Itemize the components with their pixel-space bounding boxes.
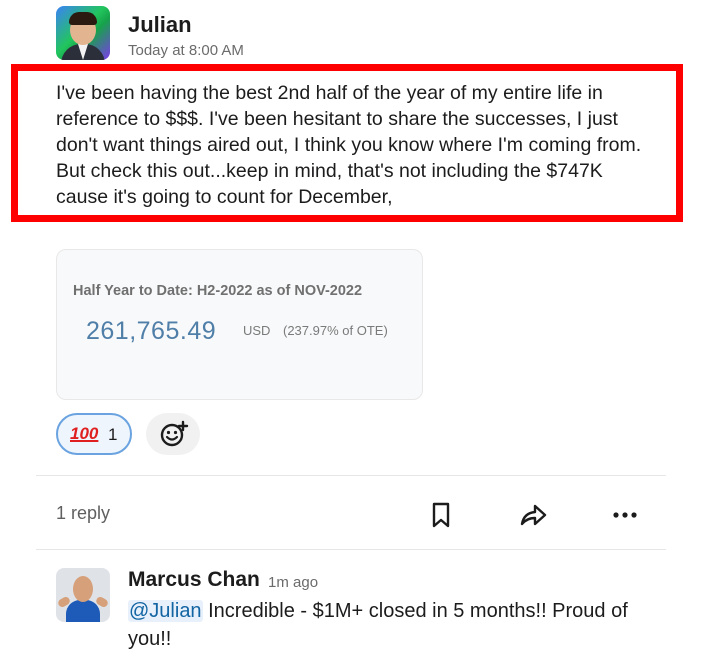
avatar-body: [66, 600, 100, 622]
attachment-title: Half Year to Date: H2-2022 as of NOV-202…: [73, 283, 363, 299]
attachment-unit: USD: [243, 323, 271, 338]
share-icon[interactable]: [518, 500, 548, 530]
author-avatar[interactable]: [56, 6, 110, 60]
author-name[interactable]: Julian: [128, 12, 192, 38]
reaction-count: 1: [108, 425, 118, 444]
attachment-value: 261,765.49: [86, 317, 217, 345]
avatar-hair: [69, 12, 97, 25]
bookmark-icon[interactable]: [426, 500, 456, 530]
reply-author-name[interactable]: Marcus Chan: [128, 568, 260, 592]
attachment-percent: (237.97% of OTE): [283, 323, 388, 338]
attachment-card[interactable]: Half Year to Date: H2-2022 as of NOV-202…: [56, 249, 423, 400]
divider-top: [36, 475, 666, 476]
add-reaction-icon: [160, 420, 189, 447]
reply-avatar[interactable]: [56, 568, 110, 622]
hundred-points-icon: 100: [70, 424, 99, 443]
avatar-face: [73, 576, 93, 602]
divider-bottom: [36, 549, 666, 550]
reply-timestamp[interactable]: 1m ago: [268, 574, 318, 591]
replies-link[interactable]: 1 reply: [56, 503, 110, 524]
mention-link[interactable]: @Julian: [128, 600, 203, 622]
reply-text: @Julian Incredible - $1M+ closed in 5 mo…: [128, 597, 668, 653]
message-timestamp[interactable]: Today at 8:00 AM: [128, 42, 244, 59]
message-fade: [56, 222, 656, 234]
highlight-box: [11, 64, 683, 222]
reaction-100[interactable]: 100 1: [56, 413, 132, 455]
add-reaction-button[interactable]: [146, 413, 200, 455]
more-icon[interactable]: [610, 500, 640, 530]
reply-body: Incredible - $1M+ closed in 5 months!! P…: [128, 600, 628, 650]
